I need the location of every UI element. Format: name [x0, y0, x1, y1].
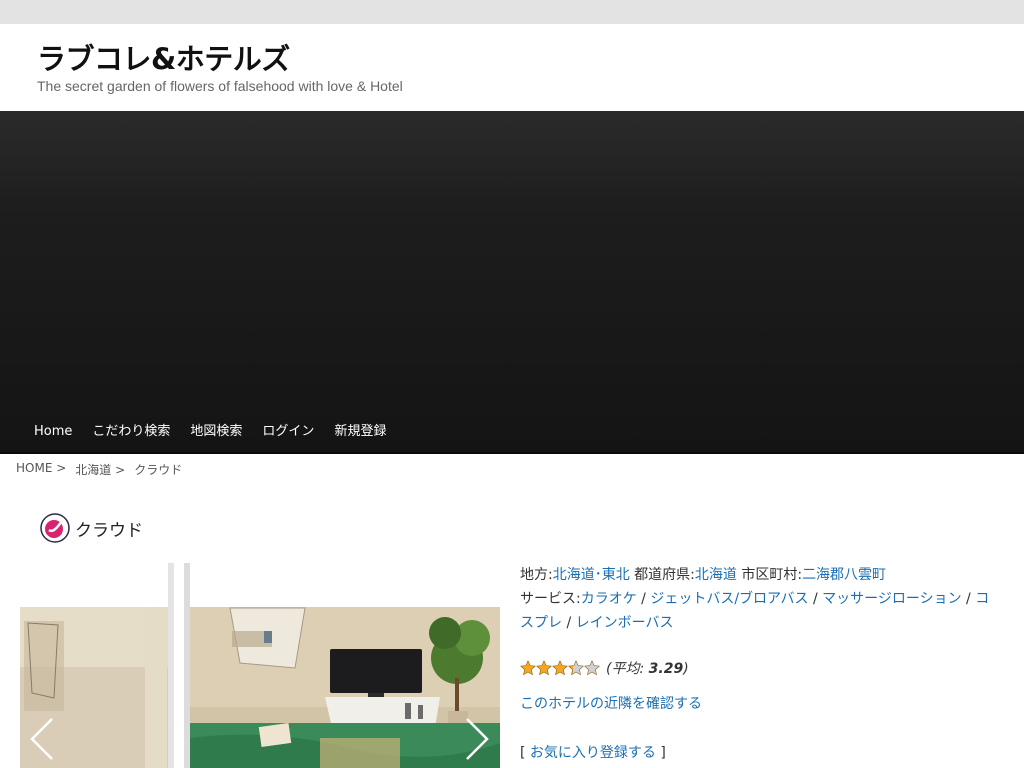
star-icon[interactable] [520, 660, 536, 676]
service-separator: / [562, 615, 576, 631]
city-label: 市区町村: [741, 567, 803, 583]
rating-avg-value: 3.29 [648, 661, 684, 677]
rating-avg-label: 平均: [611, 661, 649, 677]
service-separator: / [636, 591, 651, 607]
hotel-logo-icon [40, 513, 70, 543]
breadcrumb: HOME > 北海道 > クラウド [16, 461, 191, 478]
service-rainbow-bath[interactable]: レインボーバス [576, 615, 674, 631]
nav-login[interactable]: ログイン [252, 421, 324, 443]
region-label: 地方: [520, 567, 553, 583]
region-link[interactable]: 北海道･東北 [553, 567, 630, 583]
favorite-link[interactable]: お気に入り登録する [530, 745, 656, 761]
rating-stars[interactable] [520, 660, 600, 676]
pref-link[interactable]: 北海道 [695, 567, 737, 583]
star-icon[interactable] [552, 660, 568, 676]
page-title: クラウド [75, 520, 143, 541]
hotel-info: 地方:北海道･東北 都道府県:北海道 市区町村:二海郡八雲町 サービス:カラオケ… [520, 563, 1000, 635]
hero-banner: Home こだわり検索 地図検索 ログイン 新規登録 [0, 111, 1024, 454]
rating-average: (平均: 3.29) [606, 658, 689, 678]
nearby-link[interactable]: このホテルの近隣を確認する [520, 693, 702, 713]
fav-bracket-open: [ [520, 745, 530, 761]
service-jet-bath[interactable]: ジェットバス/ブロアバス [650, 591, 808, 607]
pref-label: 都道府県: [634, 567, 695, 583]
page-title-block: クラウド [40, 513, 143, 543]
service-karaoke[interactable]: カラオケ [581, 591, 637, 607]
breadcrumb-home[interactable]: HOME [16, 461, 52, 475]
location-row: 地方:北海道･東北 都道府県:北海道 市区町村:二海郡八雲町 [520, 563, 1000, 587]
fav-bracket-close: ] [655, 745, 666, 761]
top-strip [0, 0, 1024, 24]
nav-register[interactable]: 新規登録 [324, 421, 396, 443]
breadcrumb-separator: > [56, 461, 67, 475]
service-massage-lotion[interactable]: マッサージローション [822, 591, 961, 607]
star-icon[interactable] [568, 660, 584, 676]
site-title[interactable]: ラブコレ&ホテルズ [37, 36, 290, 78]
hotel-room-photo [20, 563, 500, 768]
main-nav: Home こだわり検索 地図検索 ログイン 新規登録 [24, 421, 396, 443]
nav-map-search[interactable]: 地図検索 [180, 421, 252, 443]
service-separator: / [961, 591, 976, 607]
city-link[interactable]: 二海郡八雲町 [802, 567, 886, 583]
rating-avg-close: ) [683, 661, 689, 677]
breadcrumb-current: クラウド [134, 463, 183, 477]
breadcrumb-home-wrap: HOME > [16, 461, 66, 478]
breadcrumb-region[interactable]: 北海道 [75, 463, 111, 477]
service-label: サービス: [520, 591, 581, 607]
hero-divider [0, 452, 1024, 454]
breadcrumb-separator: > [115, 463, 126, 477]
rating: (平均: 3.29) [520, 658, 689, 678]
favorite-block: [ お気に入り登録する ] [520, 742, 666, 762]
services-row: サービス:カラオケ / ジェットバス/ブロアバス / マッサージローション / … [520, 587, 1000, 635]
nav-home[interactable]: Home [24, 421, 82, 443]
site-description: The secret garden of flowers of falsehoo… [37, 78, 403, 94]
star-icon[interactable] [584, 660, 600, 676]
service-separator: / [808, 591, 823, 607]
star-icon[interactable] [536, 660, 552, 676]
hotel-photo-slider[interactable] [20, 563, 500, 768]
breadcrumb-region-wrap: 北海道 > [75, 461, 125, 478]
site-header: ラブコレ&ホテルズ The secret garden of flowers o… [0, 24, 1024, 111]
nav-detailed-search[interactable]: こだわり検索 [82, 421, 180, 443]
